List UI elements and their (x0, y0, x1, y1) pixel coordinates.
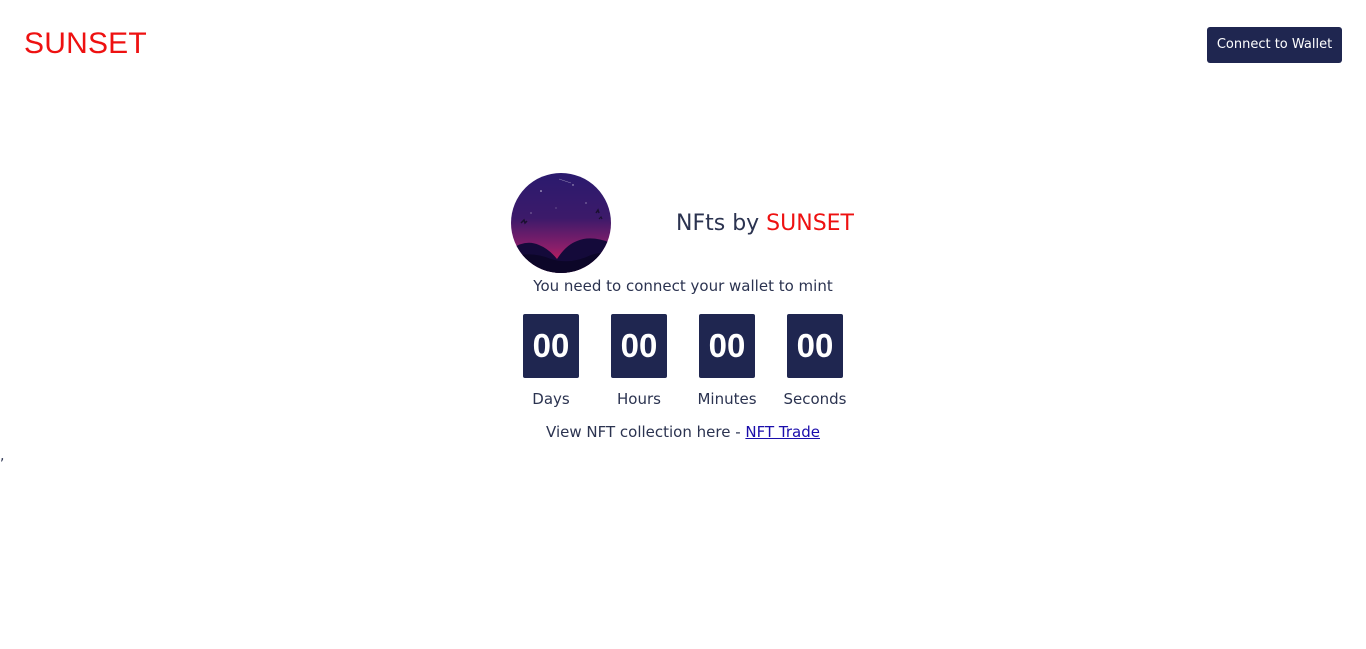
page-title: NFts by SUNSET (676, 210, 854, 238)
countdown-seconds-value: 00 (787, 314, 843, 378)
countdown-days-value: 00 (523, 314, 579, 378)
sunset-mountain-icon (511, 173, 611, 273)
countdown-minutes-label: Minutes (697, 390, 757, 408)
wallet-notice: You need to connect your wallet to mint (533, 277, 833, 295)
connect-wallet-button[interactable]: Connect to Wallet (1207, 27, 1342, 63)
title-prefix: NFts by (676, 211, 767, 236)
countdown-seconds-label: Seconds (783, 390, 847, 408)
countdown-hours-value: 00 (611, 314, 667, 378)
nft-trade-link[interactable]: NFT Trade (745, 423, 820, 441)
brand-logo[interactable]: SUNSET (24, 26, 147, 62)
collection-line: View NFT collection here - NFT Trade (0, 422, 1366, 442)
countdown-days-label: Days (532, 390, 570, 408)
countdown-hours-label: Hours (617, 390, 661, 408)
page: SUNSET Connect to Wallet NFts by SUNSET … (0, 0, 1366, 649)
collection-text: View NFT collection here - (546, 423, 746, 441)
stray-text: , (0, 448, 5, 464)
countdown-minutes-value: 00 (699, 314, 755, 378)
collection-avatar (511, 173, 611, 273)
title-accent: SUNSET (766, 211, 854, 236)
